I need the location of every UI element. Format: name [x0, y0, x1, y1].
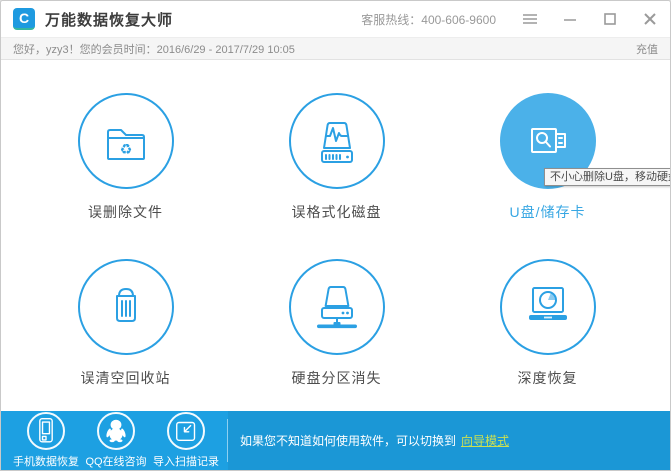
- logo-glyph: C: [18, 10, 30, 26]
- shortcut-import-scan[interactable]: 导入扫描记录: [151, 411, 221, 470]
- usb-tooltip: 不小心删除U盘，移动硬盘和各: [544, 168, 670, 186]
- feature-label: U盘/储存卡: [509, 204, 586, 220]
- import-icon: [176, 421, 196, 441]
- disk-pulse-icon: [320, 122, 353, 163]
- feature-lost-partition[interactable]: 硬盘分区消失: [231, 259, 442, 388]
- qq-icon: [106, 419, 126, 443]
- shortcut-circle: [97, 412, 135, 450]
- app-logo-icon: C: [13, 8, 35, 30]
- shortcut-circle: [167, 412, 205, 450]
- feature-label: 深度恢复: [517, 370, 578, 386]
- app-window: C 万能数据恢复大师 客服热线：400-606-9600 您好，yzy3！您的会…: [0, 0, 671, 471]
- feature-label: 误删除文件: [88, 204, 163, 220]
- footer-shortcuts: 手机数据恢复 QQ在线咨询 导入扫描记录: [1, 411, 221, 470]
- feature-label: 误格式化磁盘: [291, 204, 382, 220]
- usb-search-icon: [530, 128, 566, 153]
- laptop-pie-icon: [528, 287, 567, 320]
- membership-info: 您好，yzy3！您的会员时间：2016/6/29 - 2017/7/29 10:…: [13, 43, 295, 56]
- close-icon[interactable]: [642, 11, 658, 27]
- feature-circle: [77, 259, 174, 355]
- trash-icon: [115, 288, 136, 322]
- feature-circle: [288, 259, 385, 355]
- feature-usb-card[interactable]: U盘/储存卡: [442, 93, 653, 222]
- feature-circle: [499, 259, 596, 355]
- feature-circle: ♻: [77, 93, 174, 189]
- shortcut-qq-support[interactable]: QQ在线咨询: [81, 411, 151, 470]
- feature-deleted-files[interactable]: ♻ 误删除文件: [20, 93, 231, 222]
- feature-formatted-disk[interactable]: 误格式化磁盘: [231, 93, 442, 222]
- minimize-icon[interactable]: [562, 11, 578, 27]
- feature-recycle-bin[interactable]: 误清空回收站: [20, 259, 231, 388]
- recharge-link[interactable]: 充值: [636, 41, 658, 57]
- footer-bar: 手机数据恢复 QQ在线咨询 导入扫描记录 如果您不知道如何使用软件，可以切换到 …: [1, 411, 670, 470]
- shortcut-circle: [27, 412, 65, 450]
- feature-label: 硬盘分区消失: [291, 370, 382, 386]
- feature-label: 误清空回收站: [80, 370, 171, 386]
- shortcut-label: 导入扫描记录: [153, 456, 219, 468]
- app-title: 万能数据恢复大师: [45, 11, 174, 29]
- user-bar: 您好，yzy3！您的会员时间：2016/6/29 - 2017/7/29 10:…: [1, 37, 670, 60]
- folder-recycle-icon: ♻: [106, 129, 145, 160]
- hotline-label: 客服热线：400-606-9600: [361, 12, 496, 27]
- wizard-mode-link[interactable]: 向导模式: [461, 432, 509, 449]
- svg-text:♻: ♻: [119, 141, 132, 157]
- window-controls: [522, 11, 658, 27]
- footer-hint: 如果您不知道如何使用软件，可以切换到 向导模式: [228, 411, 670, 470]
- feature-circle: [288, 93, 385, 189]
- hdd-partition-icon: [316, 286, 357, 329]
- shortcut-label: 手机数据恢复: [13, 456, 79, 468]
- menu-icon[interactable]: [522, 11, 538, 27]
- title-bar: C 万能数据恢复大师 客服热线：400-606-9600: [1, 1, 670, 37]
- shortcut-label: QQ在线咨询: [85, 456, 147, 468]
- feature-grid: ♻ 误删除文件 误格式化磁盘 U盘/储存卡 误清空回收站 硬盘分区消失 深度恢复: [1, 61, 670, 388]
- hint-text: 如果您不知道如何使用软件，可以切换到: [240, 434, 457, 448]
- phone-icon: [39, 417, 53, 443]
- maximize-icon[interactable]: [602, 11, 618, 27]
- feature-deep-recovery[interactable]: 深度恢复: [442, 259, 653, 388]
- shortcut-phone-recovery[interactable]: 手机数据恢复: [11, 411, 81, 470]
